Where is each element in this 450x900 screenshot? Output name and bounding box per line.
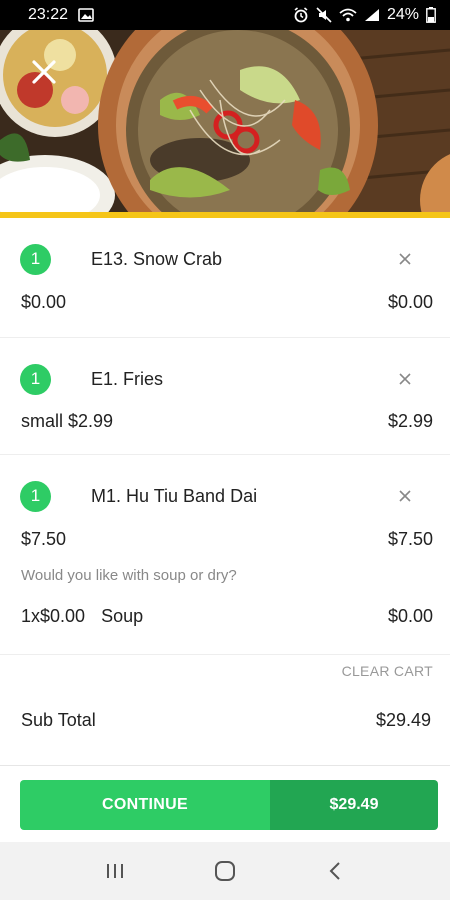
quantity-badge[interactable]: 1 [20,363,51,395]
wifi-icon [339,8,357,22]
clear-cart-button[interactable]: CLEAR CART [342,663,433,679]
back-button[interactable] [315,851,355,891]
quantity-badge[interactable]: 1 [20,480,51,512]
item-name: E1. Fries [91,368,164,389]
battery-percent: 24% [386,6,419,23]
remove-item-button[interactable] [394,368,416,390]
item-name: M1. Hu Tiu Band Dai [91,485,258,506]
close-icon [399,253,411,265]
modifier-option-row: 1x$0.00 Soup $0.00 [0,606,450,627]
continue-total: $29.49 [270,780,438,830]
cart-item-header: 1 E13. Snow Crab [0,218,450,300]
remove-item-button[interactable] [394,248,416,270]
continue-button[interactable]: CONTINUE $29.49 [20,780,438,830]
home-button[interactable] [205,851,245,891]
option-label: Soup [101,606,144,626]
option-price: $0.00 [387,606,433,626]
hero-food-image [0,30,450,212]
recent-apps-icon [107,864,123,878]
battery-icon [426,7,436,23]
alarm-icon [293,7,309,23]
modifier-question: Would you like with soup or dry? [21,567,237,584]
close-button[interactable] [24,52,64,92]
close-icon [399,490,411,502]
cart-item: 1 E1. Fries small $2.99 $2.99 [0,338,450,455]
quantity-badge[interactable]: 1 [20,243,51,275]
mute-icon [316,7,332,23]
cart-item: 1 M1. Hu Tiu Band Dai $7.50 $7.50 Would … [0,455,450,655]
close-icon [399,373,411,385]
subtotal-value: $29.49 [375,710,431,730]
subtotal-label: Sub Total [21,710,96,730]
close-icon [32,60,56,84]
divider [0,765,450,766]
back-icon [329,862,340,880]
option-qty-price: 1x$0.00 [21,606,86,626]
status-time: 23:22 [28,6,69,23]
image-icon [78,8,94,22]
continue-label: CONTINUE [20,780,270,830]
cart-item: 1 E13. Snow Crab $0.00 $0.00 [0,218,450,338]
navigation-bar [0,842,450,900]
status-bar: 23:22 24% [0,0,450,30]
item-name: E13. Snow Crab [91,248,223,269]
cart-list: 1 E13. Snow Crab $0.00 $0.00 1 E1. Fries… [0,218,450,655]
remove-item-button[interactable] [394,485,416,507]
cart-item-header: 1 E1. Fries [0,338,450,420]
subtotal-row: Sub Total $29.49 [21,710,431,731]
signal-icon [364,8,380,22]
cart-item-header: 1 M1. Hu Tiu Band Dai [0,455,450,537]
home-icon [215,861,235,881]
recent-apps-button[interactable] [95,851,135,891]
